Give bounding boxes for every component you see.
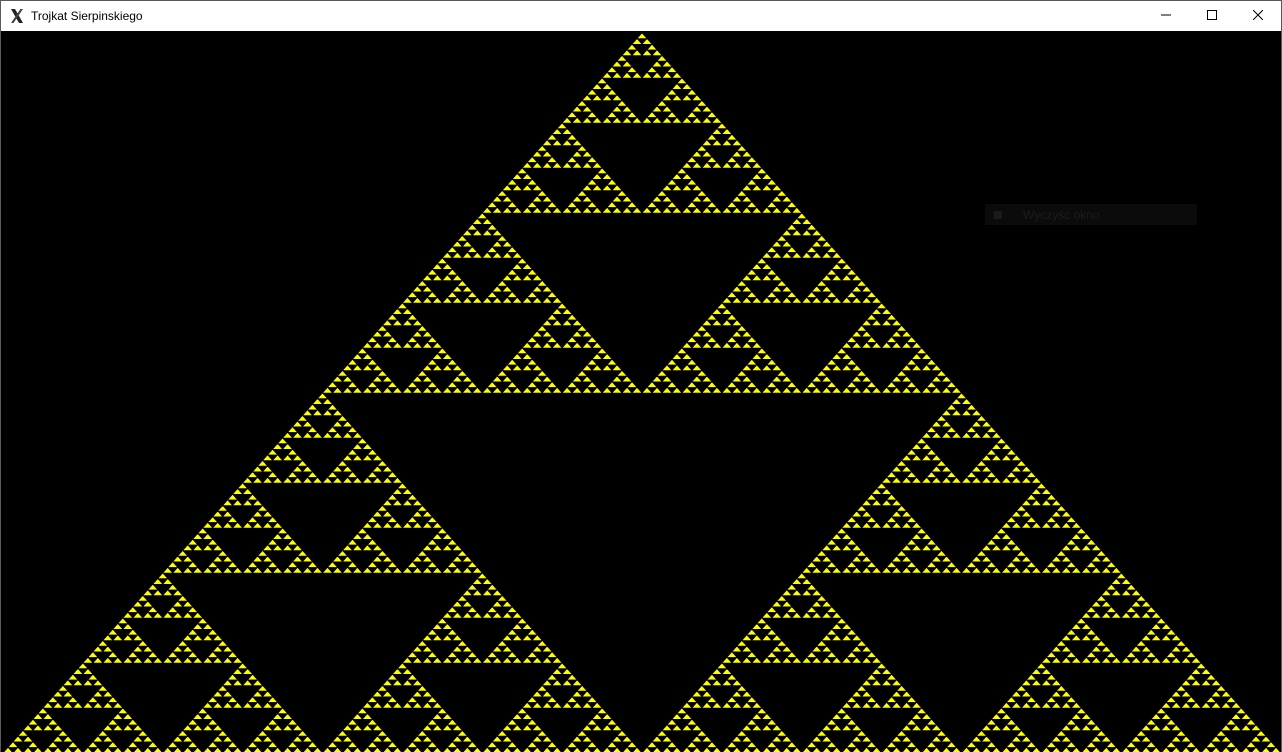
menu-item-icon	[993, 210, 1003, 220]
minimize-button[interactable]	[1143, 1, 1189, 31]
app-window: Trojkat Sierpinskiego Wyczyść okno	[0, 0, 1282, 752]
title-bar[interactable]: Trojkat Sierpinskiego	[1, 1, 1281, 31]
context-menu-label: Wyczyść okno	[1023, 207, 1100, 222]
context-menu-ghost: Wyczyść okno	[985, 204, 1197, 225]
window-controls	[1143, 1, 1281, 31]
x-logo-icon	[9, 8, 25, 24]
maximize-button[interactable]	[1189, 1, 1235, 31]
close-button[interactable]	[1235, 1, 1281, 31]
minimize-icon	[1161, 7, 1171, 25]
maximize-icon	[1207, 7, 1217, 25]
window-title: Trojkat Sierpinskiego	[31, 9, 143, 23]
close-icon	[1252, 7, 1264, 25]
drawing-canvas[interactable]: Wyczyść okno	[1, 31, 1281, 752]
sierpinski-triangle	[3, 32, 1281, 752]
fractal-path	[3, 32, 1281, 752]
